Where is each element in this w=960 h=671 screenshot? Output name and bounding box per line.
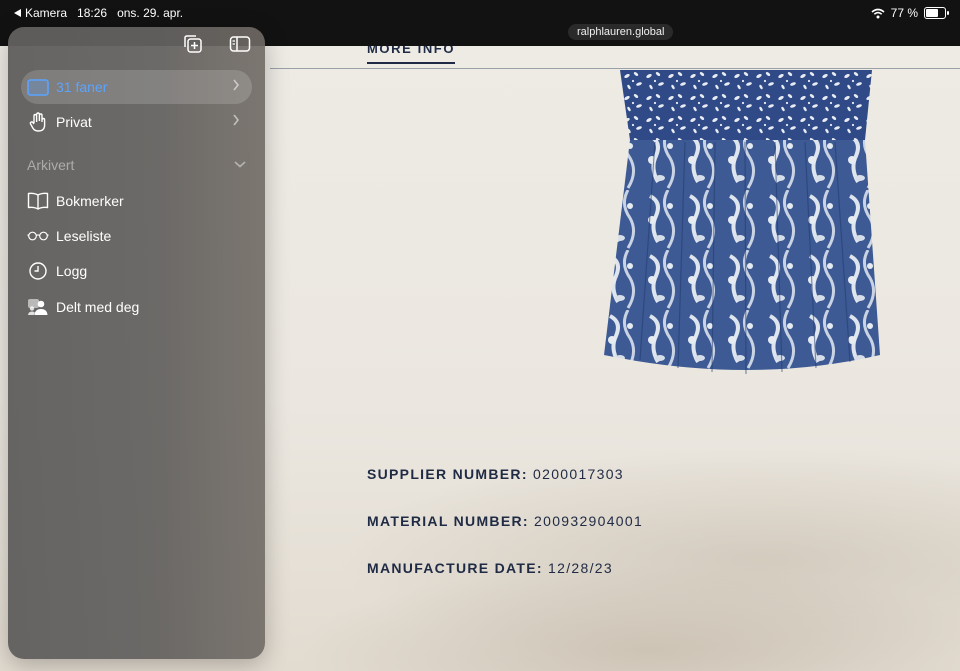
- sidebar-item-label: Bokmerker: [56, 193, 124, 209]
- sidebar-item-private[interactable]: Privat: [21, 105, 252, 139]
- url-field[interactable]: ralphlauren.global: [568, 24, 674, 40]
- back-triangle-icon: [14, 9, 21, 17]
- hand-icon: [27, 112, 49, 132]
- sidebar-toggle-icon[interactable]: [229, 34, 251, 54]
- back-app-label: Kamera: [25, 6, 68, 20]
- sidebar-item-label: Leseliste: [56, 228, 112, 244]
- section-title: Arkivert: [27, 157, 75, 173]
- manufacture-date-label: MANUFACTURE DATE:: [367, 560, 543, 576]
- battery-icon: [924, 7, 949, 19]
- material-number-label: MATERIAL NUMBER:: [367, 513, 529, 529]
- sidebar-item-tabs[interactable]: 31 faner: [21, 70, 252, 104]
- sidebar-item-shared-with-you[interactable]: Delt med deg: [21, 290, 252, 324]
- tabs-icon: [27, 77, 49, 97]
- tab-divider: [270, 68, 960, 69]
- manufacture-date-value: 12/28/23: [548, 560, 613, 576]
- safari-sidebar: 31 faner Privat Arkivert Bokmerker Lesel…: [8, 27, 265, 659]
- sidebar-item-label: 31 faner: [56, 79, 108, 95]
- battery-percent: 77 %: [890, 6, 918, 20]
- sidebar-item-label: Delt med deg: [56, 299, 140, 315]
- material-number-row: MATERIAL NUMBER: 200932904001: [367, 513, 643, 529]
- clock-time: 18:26: [77, 6, 108, 20]
- chevron-right-icon: [233, 114, 240, 126]
- chevron-right-icon: [233, 79, 240, 91]
- product-image-skirt: [604, 70, 880, 375]
- back-to-app-link[interactable]: Kamera: [14, 6, 67, 20]
- book-icon: [27, 191, 49, 211]
- supplier-number-value: 0200017303: [533, 466, 624, 482]
- manufacture-date-row: MANUFACTURE DATE: 12/28/23: [367, 560, 613, 576]
- supplier-number-label: SUPPLIER NUMBER:: [367, 466, 528, 482]
- chevron-down-icon: [234, 161, 246, 168]
- sidebar-item-label: Privat: [56, 114, 92, 130]
- new-tab-group-icon[interactable]: [182, 34, 204, 54]
- material-number-value: 200932904001: [534, 513, 644, 529]
- sidebar-item-bookmarks[interactable]: Bokmerker: [21, 184, 252, 218]
- sidebar-item-reading-list[interactable]: Leseliste: [21, 219, 252, 253]
- supplier-number-row: SUPPLIER NUMBER: 0200017303: [367, 466, 624, 482]
- shared-icon: [27, 297, 49, 317]
- clock-icon: [27, 261, 49, 281]
- sidebar-item-history[interactable]: Logg: [21, 254, 252, 288]
- wifi-icon: [871, 8, 885, 18]
- section-archived-header[interactable]: Arkivert: [27, 157, 246, 173]
- clock-date: ons. 29. apr.: [117, 6, 184, 20]
- sidebar-item-label: Logg: [56, 263, 88, 279]
- glasses-icon: [27, 226, 49, 246]
